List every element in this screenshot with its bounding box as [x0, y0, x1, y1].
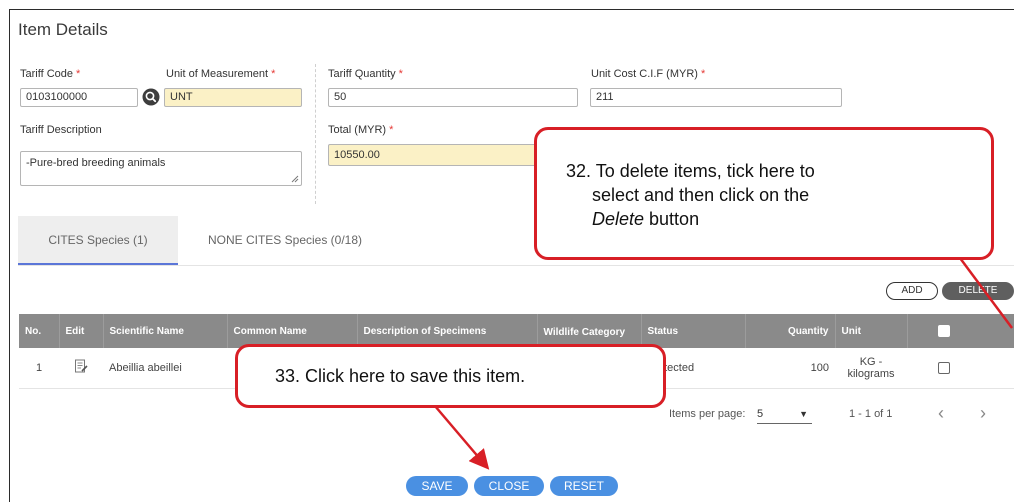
callout-save-instruction: 33. Click here to save this item.	[235, 344, 666, 408]
callout-32-line2: select and then click on the	[592, 185, 810, 205]
callout-delete-instruction: 32. To delete items, tick here to select…	[534, 127, 994, 260]
callout-33-arrow	[434, 405, 490, 470]
callout-32-button-word: button	[644, 209, 700, 229]
callout-32-line1: 32. To delete items, tick here to	[566, 161, 815, 181]
callout-32-line3: Delete button	[566, 207, 991, 231]
callout-32-pointer	[958, 257, 1014, 329]
callout-32-delete-word: Delete	[592, 209, 645, 229]
